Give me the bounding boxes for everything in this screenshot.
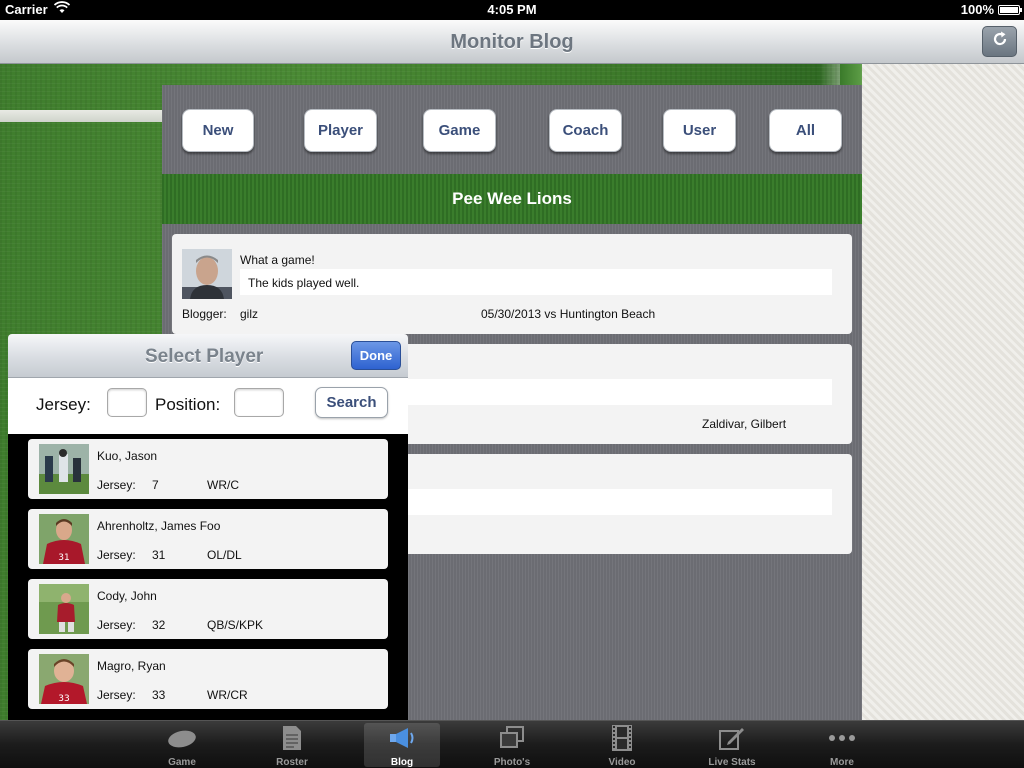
filter-user-button[interactable]: User	[663, 109, 736, 152]
post-title: What a game!	[240, 253, 315, 267]
tab-video[interactable]: Video	[584, 723, 660, 768]
page-title: Monitor Blog	[450, 31, 574, 53]
refresh-button[interactable]	[982, 26, 1017, 57]
filter-coach-button[interactable]: Coach	[549, 109, 622, 152]
yard-line	[0, 110, 165, 122]
jersey-label: Jersey:	[97, 618, 136, 632]
blog-post[interactable]: What a game! The kids played well. Blogg…	[172, 234, 852, 334]
player-name: Kuo, Jason	[97, 449, 158, 463]
post-body: The kids played well.	[240, 269, 832, 295]
player-photo: 31	[39, 514, 89, 564]
battery-percent: 100%	[960, 2, 994, 17]
tab-label: More	[830, 757, 854, 768]
filter-new-button[interactable]: New	[182, 109, 254, 152]
battery-icon	[998, 5, 1022, 15]
tab-game[interactable]: Game	[144, 723, 220, 768]
film-icon	[584, 723, 660, 753]
jersey-label: Jersey:	[97, 548, 136, 562]
popover-title: Select Player	[145, 346, 264, 367]
filter-player-button[interactable]: Player	[304, 109, 377, 152]
tab-bar: Game Roster Blog Photo's Video Live Stat…	[0, 720, 1024, 768]
player-row[interactable]: Cody, John Jersey: 32 QB/S/KPK	[28, 579, 388, 639]
tab-label: Blog	[390, 757, 414, 768]
player-search-form: Jersey: Position: Search	[8, 378, 408, 434]
blogger-name: gilz	[240, 307, 259, 321]
player-name: Ahrenholtz, James Foo	[97, 519, 221, 533]
player-position: QB/S/KPK	[207, 618, 264, 632]
svg-text:33: 33	[58, 694, 69, 704]
select-player-header: Select Player Done	[8, 334, 408, 378]
tab-label: Photo's	[493, 757, 531, 768]
tab-blog[interactable]: Blog	[364, 723, 440, 768]
tab-live-stats[interactable]: Live Stats	[694, 723, 770, 768]
football-icon	[144, 723, 220, 753]
filter-all-button[interactable]: All	[769, 109, 842, 152]
search-button[interactable]: Search	[315, 387, 388, 418]
jersey-number: 33	[152, 688, 166, 702]
jersey-label: Jersey:	[36, 395, 91, 414]
jersey-label: Jersey:	[97, 478, 136, 492]
nav-bar: Monitor Blog	[0, 20, 1024, 64]
player-photo	[39, 444, 89, 494]
team-banner: Pee Wee Lions	[162, 174, 862, 224]
player-name: Magro, Ryan	[97, 659, 166, 673]
filter-game-button[interactable]: Game	[423, 109, 496, 152]
jersey-label: Jersey:	[97, 688, 136, 702]
player-row[interactable]: 33 Magro, Ryan Jersey: 33 WR/CR	[28, 649, 388, 709]
position-label: Position:	[155, 395, 221, 414]
player-position: WR/C	[207, 478, 239, 492]
post-author: Zaldivar, Gilbert	[702, 417, 787, 431]
player-position: WR/CR	[207, 688, 248, 702]
tab-more[interactable]: More	[804, 723, 880, 768]
document-icon	[254, 723, 330, 753]
sideline	[862, 64, 1024, 720]
player-position: OL/DL	[207, 548, 242, 562]
blogger-avatar	[182, 249, 232, 299]
clock: 4:05 PM	[487, 2, 537, 17]
tab-label: Game	[168, 757, 196, 768]
tab-photos[interactable]: Photo's	[474, 723, 550, 768]
post-game: 05/30/2013 vs Huntington Beach	[481, 307, 656, 321]
player-list[interactable]: Kuo, Jason Jersey: 7 WR/C 31 Ahrenholtz,…	[8, 434, 408, 720]
player-row[interactable]: Kuo, Jason Jersey: 7 WR/C	[28, 439, 388, 499]
player-name: Cody, John	[97, 589, 157, 603]
photos-icon	[474, 723, 550, 753]
tab-label: Roster	[276, 757, 308, 768]
done-button[interactable]: Done	[351, 341, 401, 370]
megaphone-icon	[364, 723, 440, 753]
jersey-input[interactable]	[107, 388, 147, 417]
tab-roster[interactable]: Roster	[254, 723, 330, 768]
player-photo	[39, 584, 89, 634]
more-icon	[804, 723, 880, 753]
player-photo: 33	[39, 654, 89, 704]
tab-label: Video	[608, 757, 636, 768]
status-bar: Carrier 4:05 PM 100%	[0, 0, 1024, 20]
svg-text:31: 31	[58, 553, 69, 563]
blogger-label: Blogger:	[182, 307, 227, 321]
jersey-number: 32	[152, 618, 166, 632]
edit-icon	[694, 723, 770, 753]
jersey-number: 31	[152, 548, 166, 562]
tab-label: Live Stats	[708, 757, 756, 768]
player-row[interactable]: 31 Ahrenholtz, James Foo Jersey: 31 OL/D…	[28, 509, 388, 569]
position-input[interactable]	[234, 388, 284, 417]
refresh-icon	[991, 30, 1009, 53]
jersey-number: 7	[152, 478, 159, 492]
